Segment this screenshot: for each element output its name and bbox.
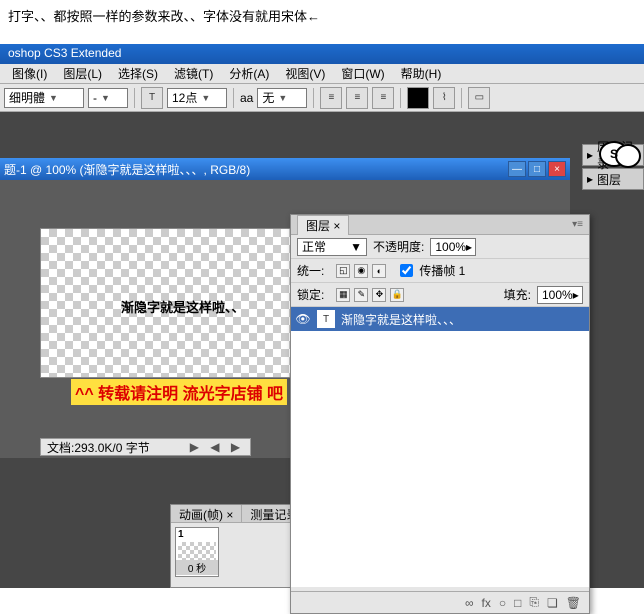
app-titlebar: oshop CS3 Extended — [0, 44, 644, 64]
palette-toggle-icon[interactable]: ▭ — [468, 87, 490, 109]
document-titlebar: 题-1 @ 100% (渐隐字就是这样啦、、、, RGB/8) — □ × — [0, 158, 570, 180]
group-icon[interactable]: ⎘ — [529, 595, 539, 610]
opacity-label: 不透明度: — [373, 238, 424, 255]
menu-window[interactable]: 窗口(W) — [335, 63, 390, 84]
fill-field[interactable]: 100%▸ — [537, 286, 583, 304]
animation-tab[interactable]: 动画(帧) × — [171, 505, 242, 522]
mask-icon[interactable]: ○ — [499, 596, 506, 610]
font-size-combo[interactable]: 12点▼ — [167, 88, 227, 108]
propagate-label: 传播帧 1 — [419, 262, 465, 279]
layer-list: 👁 T 渐隐字就是这样啦、、、 — [291, 307, 589, 587]
layers-panel-tabs: 图层 × ▾≡ — [291, 215, 589, 235]
menu-image[interactable]: 图像(I) — [6, 63, 53, 84]
align-center-icon[interactable]: ≡ — [346, 87, 368, 109]
font-style-combo[interactable]: -▼ — [88, 88, 128, 108]
layers-icon: ▸ — [587, 172, 593, 186]
options-bar: 细明體▼ -▼ T 12点▼ aa 无▼ ≡ ≡ ≡ ⌇ ▭ — [0, 84, 644, 112]
text-size-icon: T — [141, 87, 163, 109]
svg-text:S: S — [610, 147, 618, 161]
panel-menu-icon[interactable]: ▾≡ — [572, 219, 583, 230]
unify-style-icon[interactable]: ◐ — [372, 264, 386, 278]
text-color-swatch[interactable] — [407, 87, 429, 109]
fill-label: 填充: — [504, 286, 531, 303]
layer-item[interactable]: 👁 T 渐隐字就是这样啦、、、 — [291, 307, 589, 331]
close-button[interactable]: × — [548, 161, 566, 177]
warp-text-icon[interactable]: ⌇ — [433, 87, 455, 109]
link-icon[interactable]: ∞ — [465, 596, 474, 610]
unify-label: 统一: — [297, 262, 324, 279]
maximize-button[interactable]: □ — [528, 161, 546, 177]
menu-layer[interactable]: 图层(L) — [57, 63, 108, 84]
new-layer-icon[interactable]: ❏ — [547, 596, 558, 610]
unify-pos-icon[interactable]: ◱ — [336, 264, 350, 278]
status-bar: 文档:293.0K/0 字节▶ ◀ ▶ — [40, 438, 251, 456]
lock-label: 锁定: — [297, 286, 324, 303]
menubar: 图像(I) 图层(L) 选择(S) 滤镜(T) 分析(A) 视图(V) 窗口(W… — [0, 64, 644, 84]
lock-move-icon[interactable]: ✥ — [372, 288, 386, 302]
layers-panel-footer: ∞ fx ○ □ ⎘ ❏ 🗑 — [291, 591, 589, 613]
frame-number: 1 — [178, 529, 184, 540]
layers-panel-tab[interactable]: 图层 × — [297, 215, 349, 235]
lock-trans-icon[interactable]: ▦ — [336, 288, 350, 302]
photoshop-app: oshop CS3 Extended 图像(I) 图层(L) 选择(S) 滤镜(… — [0, 44, 644, 588]
blend-mode-combo[interactable]: 正常▼ — [297, 238, 367, 256]
menu-help[interactable]: 帮助(H) — [395, 63, 448, 84]
history-icon: ▸ — [587, 148, 593, 162]
opacity-field[interactable]: 100%▸ — [430, 238, 476, 256]
minimize-button[interactable]: — — [508, 161, 526, 177]
menu-view[interactable]: 视图(V) — [279, 63, 331, 84]
delete-icon[interactable]: 🗑 — [566, 596, 581, 610]
document-title-text: 题-1 @ 100% (渐隐字就是这样啦、、、, RGB/8) — [4, 161, 250, 178]
unify-vis-icon[interactable]: ◉ — [354, 264, 368, 278]
antialias-combo[interactable]: 无▼ — [257, 88, 307, 108]
adjustment-icon[interactable]: □ — [514, 596, 521, 610]
speech-bubble-icon: S — [598, 140, 642, 170]
lock-paint-icon[interactable]: ✎ — [354, 288, 368, 302]
aa-label: aa — [240, 91, 253, 105]
animation-frame[interactable]: 1 0 秒 — [175, 527, 219, 577]
canvas-text-layer[interactable]: 渐隐字就是这样啦、、 — [121, 297, 245, 316]
visibility-icon[interactable]: 👁 — [295, 312, 311, 326]
layer-name[interactable]: 渐隐字就是这样啦、、、 — [341, 311, 461, 328]
menu-filter[interactable]: 滤镜(T) — [168, 63, 219, 84]
align-right-icon[interactable]: ≡ — [372, 87, 394, 109]
propagate-checkbox[interactable] — [400, 264, 413, 277]
lock-all-icon[interactable]: 🔒 — [390, 288, 404, 302]
align-left-icon[interactable]: ≡ — [320, 87, 342, 109]
text-layer-thumb: T — [317, 310, 335, 328]
watermark-overlay: ^^ 转载请注明 流光字店铺 吧 — [71, 379, 287, 405]
menu-analysis[interactable]: 分析(A) — [223, 63, 275, 84]
menu-select[interactable]: 选择(S) — [112, 63, 164, 84]
font-family-combo[interactable]: 细明體▼ — [4, 88, 84, 108]
frame-delay[interactable]: 0 秒 — [176, 560, 218, 575]
layers-panel: 图层 × ▾≡ 正常▼ 不透明度: 100%▸ 统一: ◱ ◉ ◐ 传播帧 1 … — [290, 214, 590, 614]
fx-icon[interactable]: fx — [482, 596, 491, 610]
instruction-text: 打字、、都按照一样的参数来改、、字体没有就用宋体← — [0, 0, 644, 31]
